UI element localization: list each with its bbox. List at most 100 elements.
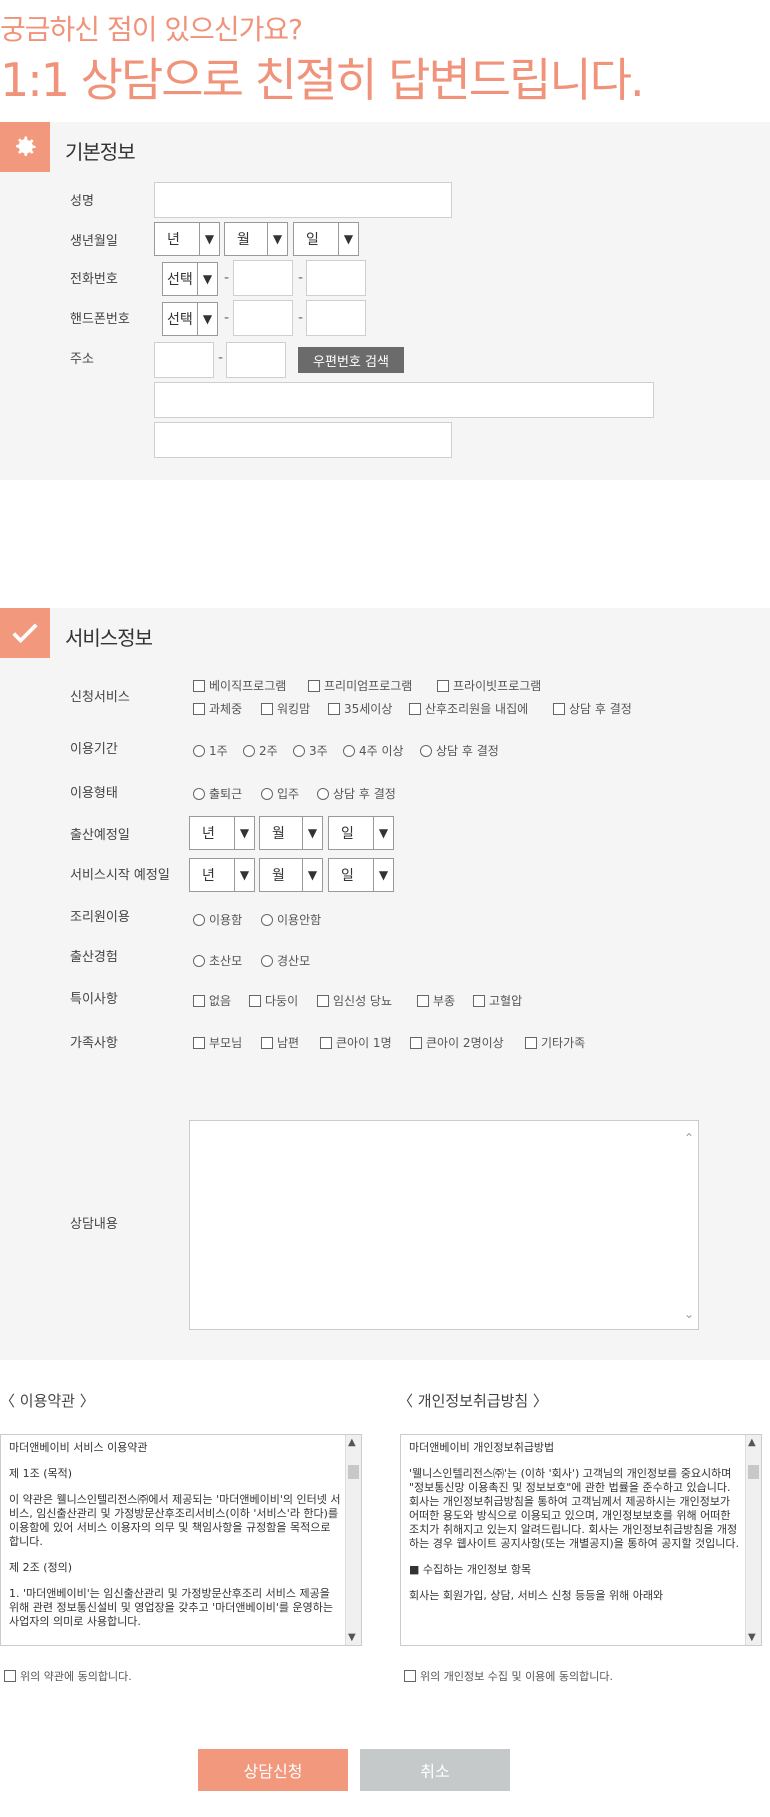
- period-option[interactable]: 4주 이상: [343, 742, 404, 759]
- privacy-agree[interactable]: 위의 개인정보 수집 및 이용에 동의합니다.: [404, 1668, 613, 1684]
- special-option[interactable]: 없음: [193, 992, 231, 1009]
- caregiver-option[interactable]: 이용안함: [261, 911, 321, 928]
- family-option[interactable]: 부모님: [193, 1034, 242, 1051]
- scroll-down-icon[interactable]: ⌄: [684, 1307, 694, 1321]
- scroll-up-icon[interactable]: ⌃: [684, 1131, 694, 1145]
- checkbox[interactable]: [473, 994, 485, 1007]
- start-month-select[interactable]: 월 ▼: [259, 858, 323, 892]
- birth-year-select[interactable]: 년 ▼: [154, 222, 220, 256]
- checkbox[interactable]: [249, 994, 261, 1007]
- period-option[interactable]: 3주: [293, 742, 328, 759]
- due-month-select[interactable]: 월 ▼: [259, 816, 323, 850]
- checkbox[interactable]: [525, 1036, 537, 1049]
- phone-last-input[interactable]: [306, 260, 366, 296]
- address-line2-input[interactable]: [154, 422, 452, 458]
- apply-option[interactable]: 상담 후 결정: [553, 700, 632, 717]
- scroll-up-icon[interactable]: ▲: [748, 1437, 756, 1448]
- zip-second-input[interactable]: [226, 342, 286, 378]
- radio[interactable]: [420, 744, 432, 757]
- apply-option[interactable]: 산후조리원을 내집에: [409, 700, 528, 717]
- mobile-middle-input[interactable]: [233, 300, 293, 336]
- radio[interactable]: [261, 913, 273, 926]
- consult-textarea[interactable]: ⌃ ⌄: [189, 1120, 699, 1330]
- checkbox[interactable]: [320, 1036, 332, 1049]
- type-option[interactable]: 상담 후 결정: [317, 785, 396, 802]
- special-option[interactable]: 다둥이: [249, 992, 298, 1009]
- zip-search-button[interactable]: 우편번호 검색: [298, 347, 404, 373]
- name-input[interactable]: [154, 182, 452, 218]
- radio[interactable]: [343, 744, 355, 757]
- start-day-select[interactable]: 일 ▼: [328, 858, 394, 892]
- checkbox[interactable]: [261, 1036, 273, 1049]
- apply-option[interactable]: 프리미엄프로그램: [308, 677, 412, 694]
- radio[interactable]: [193, 744, 205, 757]
- checkbox[interactable]: [553, 702, 565, 715]
- checkbox[interactable]: [437, 679, 449, 692]
- privacy-scrollbar[interactable]: ▲ ▼: [745, 1435, 761, 1645]
- radio[interactable]: [261, 954, 273, 967]
- terms-box[interactable]: 마더앤베이비 서비스 이용약관 제 1조 (목적) 이 약관은 웰니스인텔리전스…: [0, 1434, 362, 1646]
- period-option[interactable]: 1주: [193, 742, 228, 759]
- scroll-up-icon[interactable]: ▲: [348, 1437, 356, 1448]
- mobile-prefix-select[interactable]: 선택 ▼: [162, 302, 218, 336]
- apply-option[interactable]: 프라이빗프로그램: [437, 677, 541, 694]
- family-option[interactable]: 큰아이 2명이상: [410, 1034, 504, 1051]
- period-option[interactable]: 상담 후 결정: [420, 742, 499, 759]
- scroll-thumb[interactable]: [748, 1465, 759, 1479]
- family-option[interactable]: 남편: [261, 1034, 299, 1051]
- type-option[interactable]: 입주: [261, 785, 299, 802]
- special-option[interactable]: 임신성 당뇨: [317, 992, 392, 1009]
- checkbox[interactable]: [193, 1036, 205, 1049]
- caregiver-option[interactable]: 이용함: [193, 911, 242, 928]
- radio[interactable]: [261, 787, 273, 800]
- birth-month-select[interactable]: 월 ▼: [224, 222, 288, 256]
- start-year-select[interactable]: 년 ▼: [189, 858, 255, 892]
- checkbox[interactable]: [4, 1670, 16, 1682]
- due-day-select[interactable]: 일 ▼: [328, 816, 394, 850]
- apply-option[interactable]: 베이직프로그램: [193, 677, 286, 694]
- birth-experience-option[interactable]: 초산모: [193, 952, 242, 969]
- checkbox[interactable]: [417, 994, 429, 1007]
- checkbox[interactable]: [193, 994, 205, 1007]
- cancel-button[interactable]: 취소: [360, 1749, 510, 1791]
- radio[interactable]: [193, 913, 205, 926]
- special-option[interactable]: 부종: [417, 992, 455, 1009]
- period-option[interactable]: 2주: [243, 742, 278, 759]
- scroll-thumb[interactable]: [348, 1465, 359, 1479]
- terms-agree[interactable]: 위의 약관에 동의합니다.: [4, 1668, 132, 1684]
- checkbox[interactable]: [317, 994, 329, 1007]
- checkbox[interactable]: [193, 702, 205, 715]
- checkbox[interactable]: [410, 1036, 422, 1049]
- checkbox[interactable]: [409, 702, 421, 715]
- apply-option[interactable]: 워킹맘: [261, 700, 310, 717]
- phone-middle-input[interactable]: [233, 260, 293, 296]
- terms-scrollbar[interactable]: ▲ ▼: [345, 1435, 361, 1645]
- zip-first-input[interactable]: [154, 342, 214, 378]
- birth-day-select[interactable]: 일 ▼: [293, 222, 359, 256]
- radio[interactable]: [317, 787, 329, 800]
- mobile-last-input[interactable]: [306, 300, 366, 336]
- apply-option[interactable]: 과체중: [193, 700, 242, 717]
- family-option[interactable]: 큰아이 1명: [320, 1034, 392, 1051]
- family-option[interactable]: 기타가족: [525, 1034, 585, 1051]
- apply-option[interactable]: 35세이상: [328, 700, 392, 717]
- type-option[interactable]: 출퇴근: [193, 785, 242, 802]
- scroll-down-icon[interactable]: ▼: [348, 1632, 356, 1643]
- radio[interactable]: [193, 787, 205, 800]
- phone-prefix-select[interactable]: 선택 ▼: [162, 262, 218, 296]
- scroll-down-icon[interactable]: ▼: [748, 1632, 756, 1643]
- special-option[interactable]: 고혈압: [473, 992, 522, 1009]
- checkbox[interactable]: [404, 1670, 416, 1682]
- radio[interactable]: [243, 744, 255, 757]
- radio[interactable]: [193, 954, 205, 967]
- checkbox[interactable]: [308, 679, 320, 692]
- radio[interactable]: [293, 744, 305, 757]
- birth-experience-option[interactable]: 경산모: [261, 952, 310, 969]
- privacy-box[interactable]: 마더앤베이비 개인정보취급방법 '웰니스인텔리전스㈜'는 (이하 '회사') 고…: [400, 1434, 762, 1646]
- address-line1-input[interactable]: [154, 382, 654, 418]
- checkbox[interactable]: [193, 679, 205, 692]
- checkbox[interactable]: [328, 702, 340, 715]
- due-year-select[interactable]: 년 ▼: [189, 816, 255, 850]
- checkbox[interactable]: [261, 702, 273, 715]
- submit-button[interactable]: 상담신청: [198, 1749, 348, 1791]
